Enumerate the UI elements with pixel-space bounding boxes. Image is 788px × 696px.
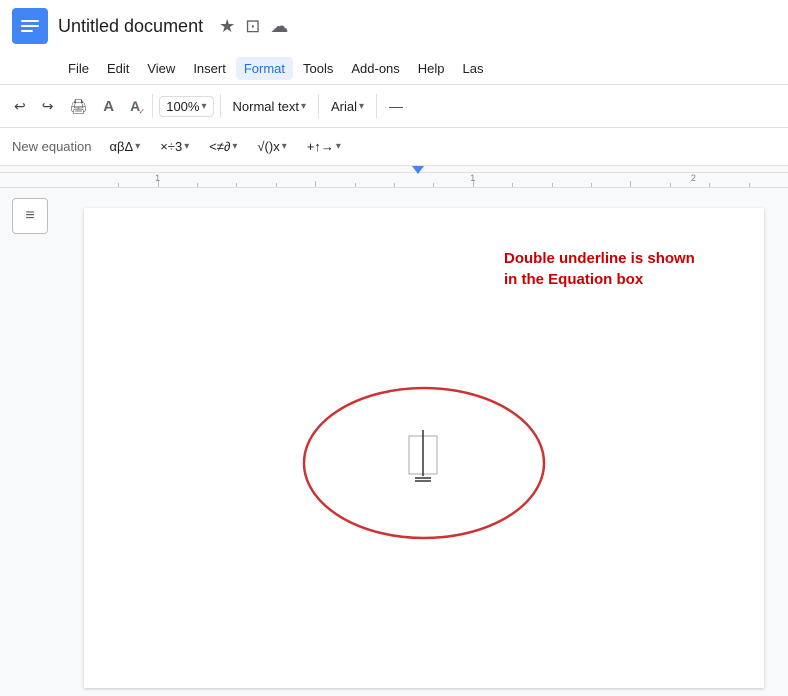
eq-ops-label: ×÷3 bbox=[160, 139, 182, 154]
ruler-tick bbox=[552, 183, 553, 187]
eq-misc-label: √()x bbox=[257, 139, 279, 154]
toolbar-separator-4 bbox=[376, 94, 377, 118]
toolbar-separator-1 bbox=[152, 94, 153, 118]
toolbar-separator-2 bbox=[220, 94, 221, 118]
title-bar: Untitled document ★ ⊡ ☁ bbox=[0, 0, 788, 52]
eq-greek-chevron: ▾ bbox=[135, 141, 140, 152]
menu-view[interactable]: View bbox=[139, 57, 183, 80]
menu-tools[interactable]: Tools bbox=[295, 57, 341, 80]
ruler-blue-marker[interactable] bbox=[412, 166, 424, 174]
star-icon[interactable]: ★ bbox=[219, 16, 235, 37]
print-button[interactable]: 🖨 bbox=[63, 94, 93, 119]
eq-ops-chevron: ▾ bbox=[184, 141, 189, 152]
folder-icon[interactable]: ⊡ bbox=[245, 16, 260, 37]
annotation-text: Double underline is shown in the Equatio… bbox=[504, 248, 704, 290]
font-select[interactable]: Arial ▾ bbox=[325, 97, 370, 116]
toolbar-separator-3 bbox=[318, 94, 319, 118]
cloud-icon[interactable]: ☁ bbox=[270, 16, 288, 37]
menu-help[interactable]: Help bbox=[410, 57, 453, 80]
ruler-tick bbox=[197, 183, 198, 187]
dash-button[interactable]: — bbox=[383, 94, 409, 118]
ruler-tick bbox=[670, 183, 671, 187]
style-value: Normal text bbox=[233, 99, 299, 114]
zoom-chevron: ▾ bbox=[201, 101, 206, 112]
eq-greek-button[interactable]: αβΔ ▾ bbox=[104, 137, 147, 156]
ruler-label-1: 1 bbox=[155, 173, 160, 183]
style-select[interactable]: Normal text ▾ bbox=[227, 97, 313, 116]
zoom-value: 100% bbox=[166, 99, 199, 114]
zoom-select[interactable]: 100% ▾ bbox=[159, 96, 213, 117]
ruler-tick bbox=[118, 183, 119, 187]
menu-insert[interactable]: Insert bbox=[185, 57, 234, 80]
ruler-label-2: 1 bbox=[470, 173, 475, 183]
menu-edit[interactable]: Edit bbox=[99, 57, 137, 80]
table-icon: ≡ bbox=[25, 207, 34, 225]
app-icon-lines bbox=[16, 14, 44, 38]
left-sidebar: ≡ bbox=[0, 188, 60, 696]
content-area: ≡ Double underline is shown in the Equat… bbox=[0, 188, 788, 696]
app-icon bbox=[12, 8, 48, 44]
eq-misc-chevron: ▾ bbox=[282, 141, 287, 152]
ruler-tick bbox=[433, 183, 434, 187]
app-icon-line-1 bbox=[21, 20, 39, 22]
undo-button[interactable]: ↩ bbox=[8, 94, 32, 119]
font-value: Arial bbox=[331, 99, 357, 114]
app-icon-line-3 bbox=[21, 30, 33, 32]
menu-file[interactable]: File bbox=[60, 57, 97, 80]
ruler-tick bbox=[709, 183, 710, 187]
document-page: Double underline is shown in the Equatio… bbox=[84, 208, 764, 688]
font-chevron: ▾ bbox=[359, 101, 364, 112]
ruler-tick bbox=[276, 183, 277, 187]
menu-bar: File Edit View Insert Format Tools Add-o… bbox=[0, 52, 788, 84]
document-title: Untitled document bbox=[58, 16, 203, 37]
menu-addons[interactable]: Add-ons bbox=[343, 57, 407, 80]
table-of-contents-icon[interactable]: ≡ bbox=[12, 198, 48, 234]
eq-misc-button[interactable]: √()x ▾ bbox=[251, 137, 292, 156]
ruler-tick bbox=[236, 183, 237, 187]
ruler-tick bbox=[512, 183, 513, 187]
menu-format[interactable]: Format bbox=[236, 57, 293, 80]
eq-ops-button[interactable]: ×÷3 ▾ bbox=[154, 137, 195, 156]
style-chevron: ▾ bbox=[301, 101, 306, 112]
app-icon-line-2 bbox=[21, 25, 39, 27]
equation-toolbar: New equation αβΔ ▾ ×÷3 ▾ <≠∂ ▾ √()x ▾ +↑… bbox=[0, 128, 788, 166]
oval-svg bbox=[294, 378, 554, 548]
ruler-tick bbox=[315, 181, 316, 187]
new-equation-label: New equation bbox=[12, 139, 92, 154]
eq-relations-label: <≠∂ bbox=[209, 139, 230, 154]
page-area: Double underline is shown in the Equatio… bbox=[60, 188, 788, 696]
ruler-tick bbox=[394, 183, 395, 187]
toolbar: ↩ ↪ 🖨 A A ✓ 100% ▾ Normal text ▾ Arial ▾… bbox=[0, 84, 788, 128]
title-icons: ★ ⊡ ☁ bbox=[219, 16, 288, 37]
ruler-tick bbox=[630, 181, 631, 187]
oval-annotation-container bbox=[294, 378, 554, 553]
ruler-tick bbox=[591, 183, 592, 187]
eq-relations-chevron: ▾ bbox=[232, 141, 237, 152]
eq-arrows-label: +↑→ bbox=[307, 139, 334, 154]
eq-relations-button[interactable]: <≠∂ ▾ bbox=[203, 137, 243, 156]
ruler-label-3: 2 bbox=[691, 173, 696, 183]
ruler-tick bbox=[355, 183, 356, 187]
menu-last[interactable]: Las bbox=[455, 57, 492, 80]
eq-arrows-button[interactable]: +↑→ ▾ bbox=[301, 137, 347, 156]
format-clear-button[interactable]: A ✓ bbox=[124, 94, 146, 118]
eq-arrows-chevron: ▾ bbox=[336, 141, 341, 152]
ruler: 1 1 2 bbox=[0, 166, 788, 188]
eq-greek-label: αβΔ bbox=[110, 139, 134, 154]
ruler-tick bbox=[749, 183, 750, 187]
redo-button[interactable]: ↪ bbox=[36, 94, 60, 119]
paint-format-button[interactable]: A bbox=[97, 94, 120, 119]
ruler-track: 1 1 2 bbox=[0, 166, 788, 187]
